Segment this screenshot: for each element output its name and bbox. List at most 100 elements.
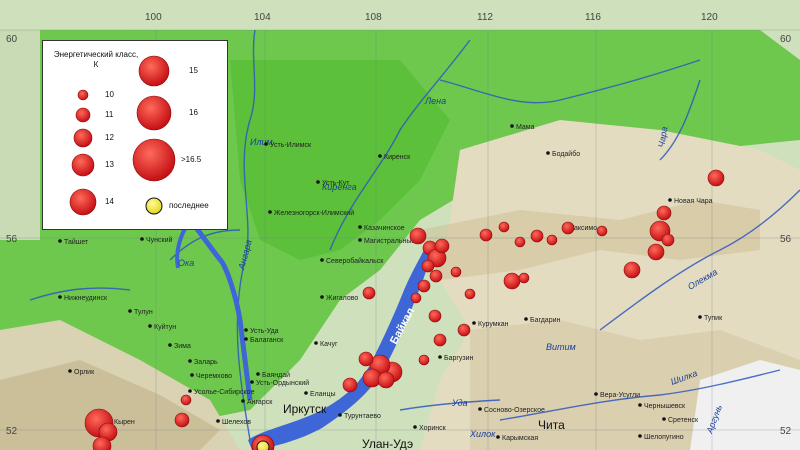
city-label-ulan-ude: Улан-Удэ <box>362 437 413 450</box>
town-label: Чунский <box>146 236 173 244</box>
town-label: Зима <box>174 343 191 350</box>
legend-shadow-area <box>0 30 40 240</box>
earthquake-marker <box>409 227 427 245</box>
earthquake-marker <box>503 272 521 290</box>
town-marker <box>358 225 362 229</box>
town-label: Качуг <box>320 341 338 348</box>
town: Бодайбо <box>546 150 580 158</box>
town-label: Казачинское <box>364 225 405 232</box>
town-label: Новая Чара <box>674 198 713 205</box>
town-marker <box>140 237 144 241</box>
town-marker <box>358 238 362 242</box>
town-marker <box>168 343 172 347</box>
earthquake-marker <box>514 236 526 248</box>
lon-label-108: 108 <box>365 12 382 23</box>
earthquake-marker <box>410 292 422 304</box>
seismic-map: Байкал Лена Чара Ангара Витим Олекма Шил… <box>0 0 800 450</box>
town-marker <box>316 180 320 184</box>
town-label: Шелопугино <box>644 434 684 441</box>
town-label: Багдарин <box>530 317 561 324</box>
lon-label-104: 104 <box>254 12 271 23</box>
legend-symbol-latest <box>145 197 163 215</box>
town-marker <box>216 419 220 423</box>
town: Курумкан <box>472 321 509 328</box>
town-marker <box>338 413 342 417</box>
town: Новая Чара <box>668 198 713 205</box>
town-marker <box>524 317 528 321</box>
town-marker <box>241 399 245 403</box>
town-marker <box>546 151 550 155</box>
town-marker <box>320 258 324 262</box>
town-label: Хоринск <box>419 425 447 432</box>
earthquake-marker <box>358 351 374 367</box>
legend-symbol-15 <box>138 55 170 87</box>
town-marker <box>510 124 514 128</box>
town: Усть-Ордынский <box>250 379 309 387</box>
town-marker <box>413 425 417 429</box>
town: Усолье-Сибирское <box>188 388 255 396</box>
earthquake-marker <box>377 371 395 389</box>
town-label: Курумкан <box>478 321 509 328</box>
legend-symbol-14 <box>69 188 97 216</box>
earthquake-marker <box>362 286 376 300</box>
town-marker <box>264 142 268 146</box>
town-marker <box>698 315 702 319</box>
town-label: Усть-Кут <box>322 180 350 187</box>
earthquake-marker <box>428 309 442 323</box>
town-marker <box>58 239 62 243</box>
earthquake-marker <box>498 221 510 233</box>
town-marker <box>128 309 132 313</box>
town-marker <box>662 417 666 421</box>
lon-label-100: 100 <box>145 12 162 23</box>
latest-earthquake-marker <box>256 440 270 450</box>
lon-label-116: 116 <box>585 12 601 23</box>
town-label: Баргузин <box>444 355 474 362</box>
earthquake-marker <box>429 269 443 283</box>
town-label: Орлик <box>74 369 95 376</box>
town: Шелехов <box>216 419 251 426</box>
town: Казачинское <box>358 225 405 232</box>
town: Киренск <box>378 154 411 161</box>
town-label: Киренск <box>384 154 411 161</box>
river-label-oka: Ока <box>178 258 194 268</box>
legend-label-16: 16 <box>189 108 198 117</box>
legend-label-14: 14 <box>105 197 114 206</box>
town: Шелопугино <box>638 434 684 441</box>
town-label: Чернышевск <box>644 403 686 410</box>
town-marker <box>594 392 598 396</box>
town-label: Магистральный <box>364 237 415 245</box>
legend-label-11: 11 <box>105 110 114 119</box>
town-marker <box>304 391 308 395</box>
earthquake-marker <box>661 233 675 247</box>
town-marker <box>148 324 152 328</box>
town: Железногорск-Илимский <box>268 209 354 217</box>
river-label-vitim: Витим <box>546 342 576 352</box>
town-label: Усть-Уда <box>250 328 279 335</box>
lat-label-52-right: 52 <box>780 426 792 437</box>
town-label: Турунтаево <box>344 413 381 420</box>
town-label: Сретенск <box>668 417 699 424</box>
earthquake-marker <box>656 205 672 221</box>
earthquake-marker <box>450 266 462 278</box>
town-label: Ангарск <box>247 399 273 406</box>
town: Чунский <box>140 236 173 244</box>
earthquake-marker <box>518 272 530 284</box>
legend-symbol-16 <box>136 95 172 131</box>
town-marker <box>314 341 318 345</box>
town-label: Усть-Илимск <box>270 142 312 149</box>
town: Усть-Уда <box>244 328 279 335</box>
town-marker <box>250 380 254 384</box>
town-label: Усолье-Сибирское <box>194 388 255 396</box>
town-label: Черемхово <box>196 373 232 380</box>
lon-label-112: 112 <box>477 12 493 23</box>
town-label: Тулун <box>134 309 153 316</box>
city-label-chita: Чита <box>538 418 565 432</box>
river-label-khilok: Хилок <box>469 429 496 439</box>
town-marker <box>68 369 72 373</box>
earthquake-marker <box>342 377 358 393</box>
earthquake-marker <box>561 221 575 235</box>
legend-label-10: 10 <box>105 90 114 99</box>
town: Балаганск <box>244 337 284 344</box>
town-marker <box>268 210 272 214</box>
town: Сосново-Озерское <box>478 407 545 414</box>
